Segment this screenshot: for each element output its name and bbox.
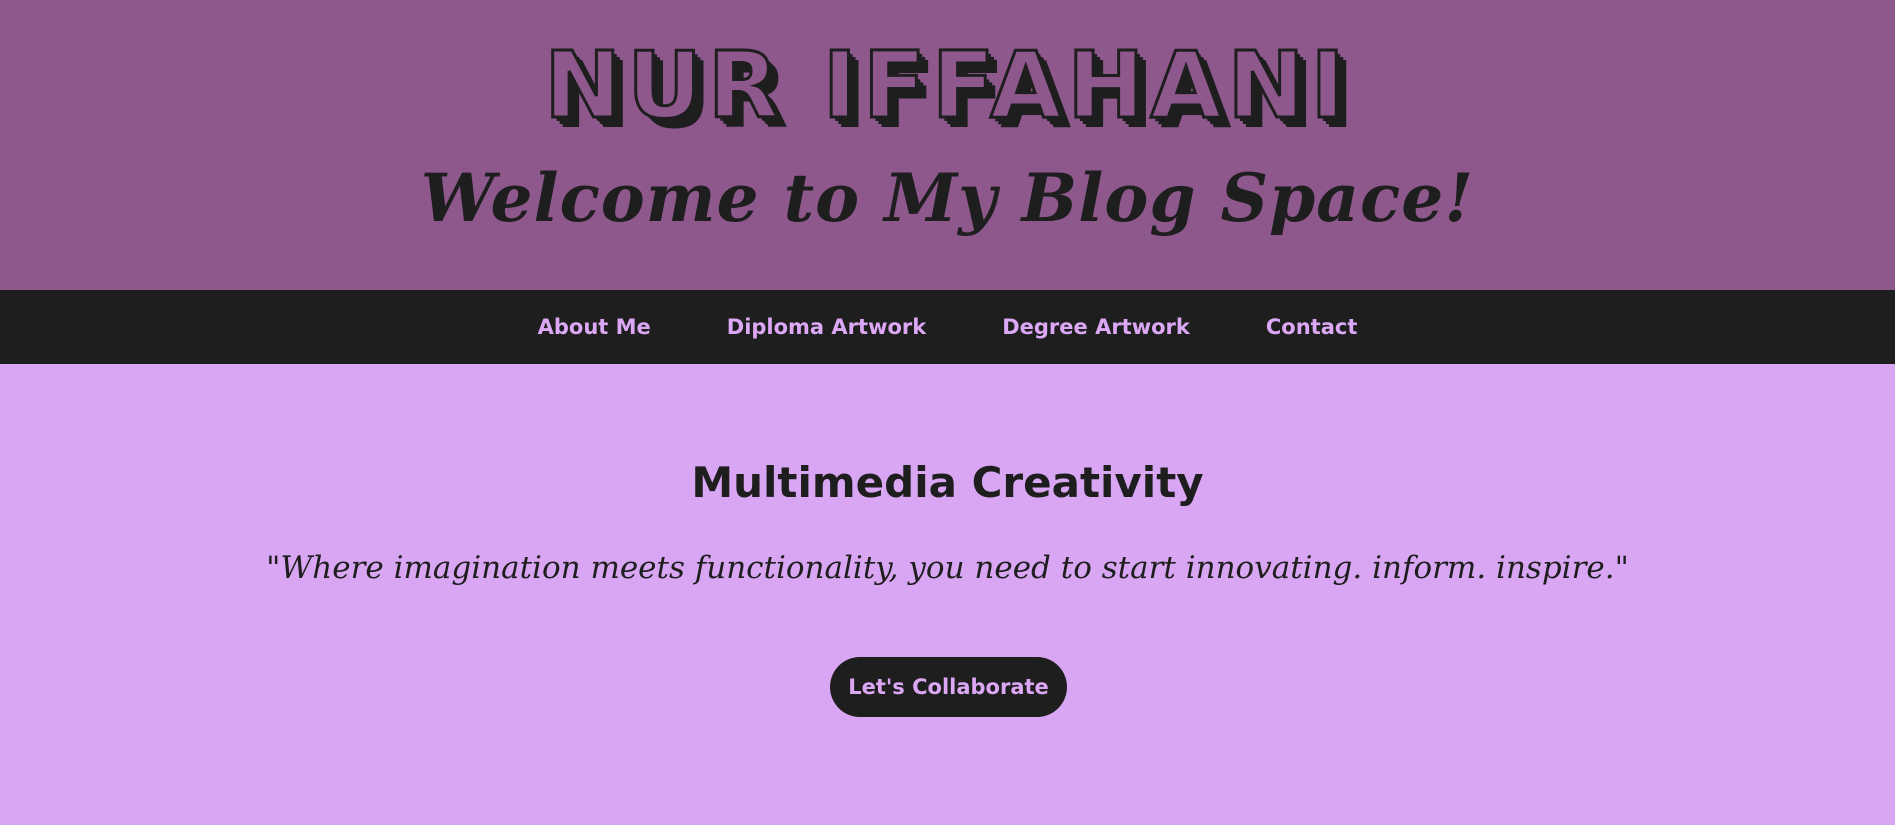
site-subtitle: Welcome to My Blog Space! (420, 159, 1475, 237)
hero-section: Multimedia Creativity "Where imagination… (0, 364, 1895, 825)
nav-link-contact[interactable]: Contact (1266, 315, 1358, 339)
main-nav: About Me Diploma Artwork Degree Artwork … (0, 290, 1895, 364)
nav-link-diploma-artwork[interactable]: Diploma Artwork (727, 315, 926, 339)
hero-quote: "Where imagination meets functionality, … (266, 550, 1629, 586)
hero-heading: Multimedia Creativity (691, 458, 1204, 507)
page: NUR IFFAHANI Welcome to My Blog Space! A… (0, 0, 1895, 825)
collaborate-button[interactable]: Let's Collaborate (830, 657, 1067, 717)
site-header: NUR IFFAHANI Welcome to My Blog Space! (0, 0, 1895, 290)
site-title: NUR IFFAHANI (543, 32, 1351, 139)
nav-link-about-me[interactable]: About Me (538, 315, 651, 339)
nav-link-degree-artwork[interactable]: Degree Artwork (1002, 315, 1190, 339)
